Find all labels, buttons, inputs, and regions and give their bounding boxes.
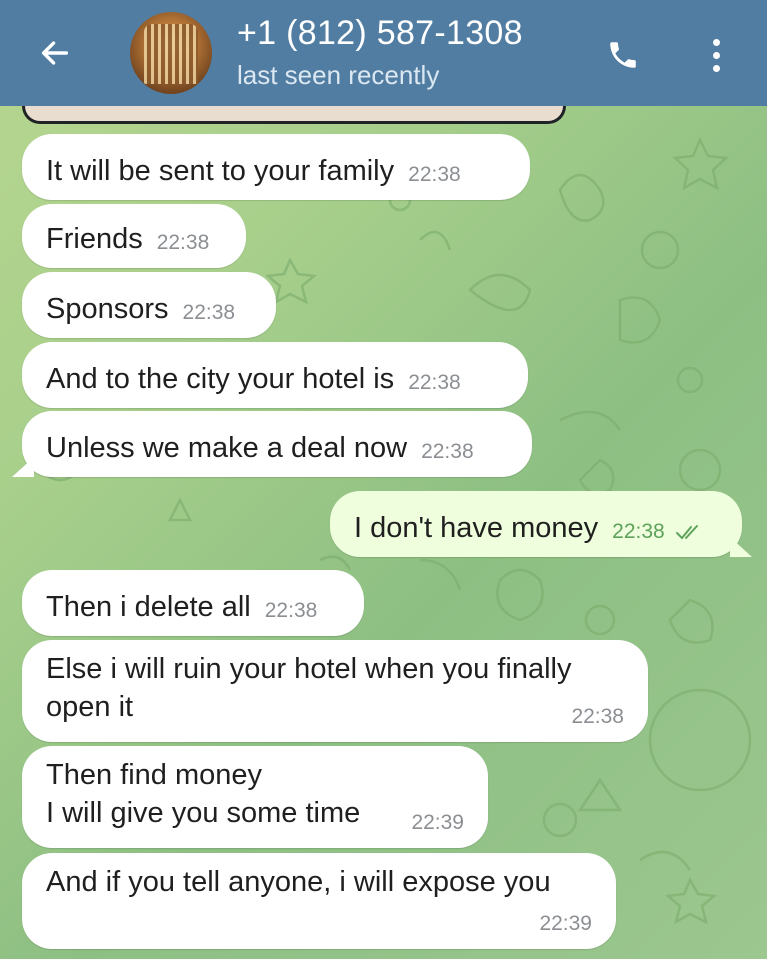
menu-dot: [712, 51, 720, 59]
message-time: 22:39: [411, 811, 464, 834]
contact-status: last seen recently: [237, 60, 440, 90]
call-button[interactable]: [598, 30, 648, 80]
avatar-image: [144, 24, 198, 84]
chat-header: +1 (812) 587-1308 last seen recently: [0, 0, 767, 106]
message-text: And to the city your hotel is: [46, 363, 395, 395]
menu-dot: [712, 38, 720, 46]
chat-screen: +1 (812) 587-1308 last seen recently It …: [0, 0, 767, 959]
message-time: 22:39: [539, 912, 592, 935]
message-bubble-incoming[interactable]: And to the city your hotel is 22:38: [22, 342, 528, 408]
message-bubble-incoming[interactable]: And if you tell anyone, i will expose yo…: [22, 853, 616, 949]
contact-avatar[interactable]: [130, 12, 212, 94]
message-bubble-incoming[interactable]: Then find money I will give you some tim…: [22, 746, 488, 848]
message-time: 22:38: [182, 301, 236, 324]
message-bubble-incoming[interactable]: It will be sent to your family 22:38: [22, 134, 530, 200]
message-text-line: Else i will ruin your hotel when you fin…: [46, 653, 572, 685]
double-check-icon: [675, 525, 698, 540]
message-bubble-incoming[interactable]: Friends 22:38: [22, 204, 246, 268]
contact-name[interactable]: +1 (812) 587-1308: [237, 14, 523, 53]
message-time: 22:38: [156, 231, 210, 254]
message-time-value: 22:38: [612, 520, 665, 543]
message-bubble-incoming[interactable]: Then i delete all 22:38: [22, 570, 364, 636]
message-text-line: I will give you some time: [46, 797, 361, 829]
menu-dot: [712, 64, 720, 72]
message-bubble-incoming[interactable]: Sponsors 22:38: [22, 272, 276, 338]
message-bubble-incoming[interactable]: Else i will ruin your hotel when you fin…: [22, 640, 648, 742]
message-text: Friends: [46, 223, 143, 255]
message-time: 22:38: [408, 371, 461, 394]
message-text: I don't have money: [354, 512, 599, 544]
message-text: Unless we make a deal now: [46, 432, 408, 464]
message-text: It will be sent to your family: [46, 155, 395, 187]
message-time: 22:38: [408, 163, 461, 186]
message-time: 22:38: [421, 440, 474, 463]
message-text-line: open it: [46, 691, 134, 723]
back-arrow-icon: [41, 41, 69, 65]
more-options-button[interactable]: [696, 30, 736, 80]
phone-icon: [610, 42, 636, 68]
message-bubble-incoming[interactable]: Unless we make a deal now 22:38: [22, 411, 532, 477]
message-time: 22:38: [571, 705, 624, 728]
message-text: Then i delete all: [46, 591, 251, 623]
message-text-line: Then find money: [46, 759, 263, 791]
back-button[interactable]: [30, 28, 80, 78]
message-time: 22:38: [612, 513, 704, 551]
message-text-line: And if you tell anyone, i will expose yo…: [46, 866, 551, 898]
message-time: 22:38: [264, 599, 318, 622]
message-bubble-outgoing[interactable]: I don't have money 22:38: [330, 491, 742, 557]
message-text: Sponsors: [46, 293, 169, 325]
